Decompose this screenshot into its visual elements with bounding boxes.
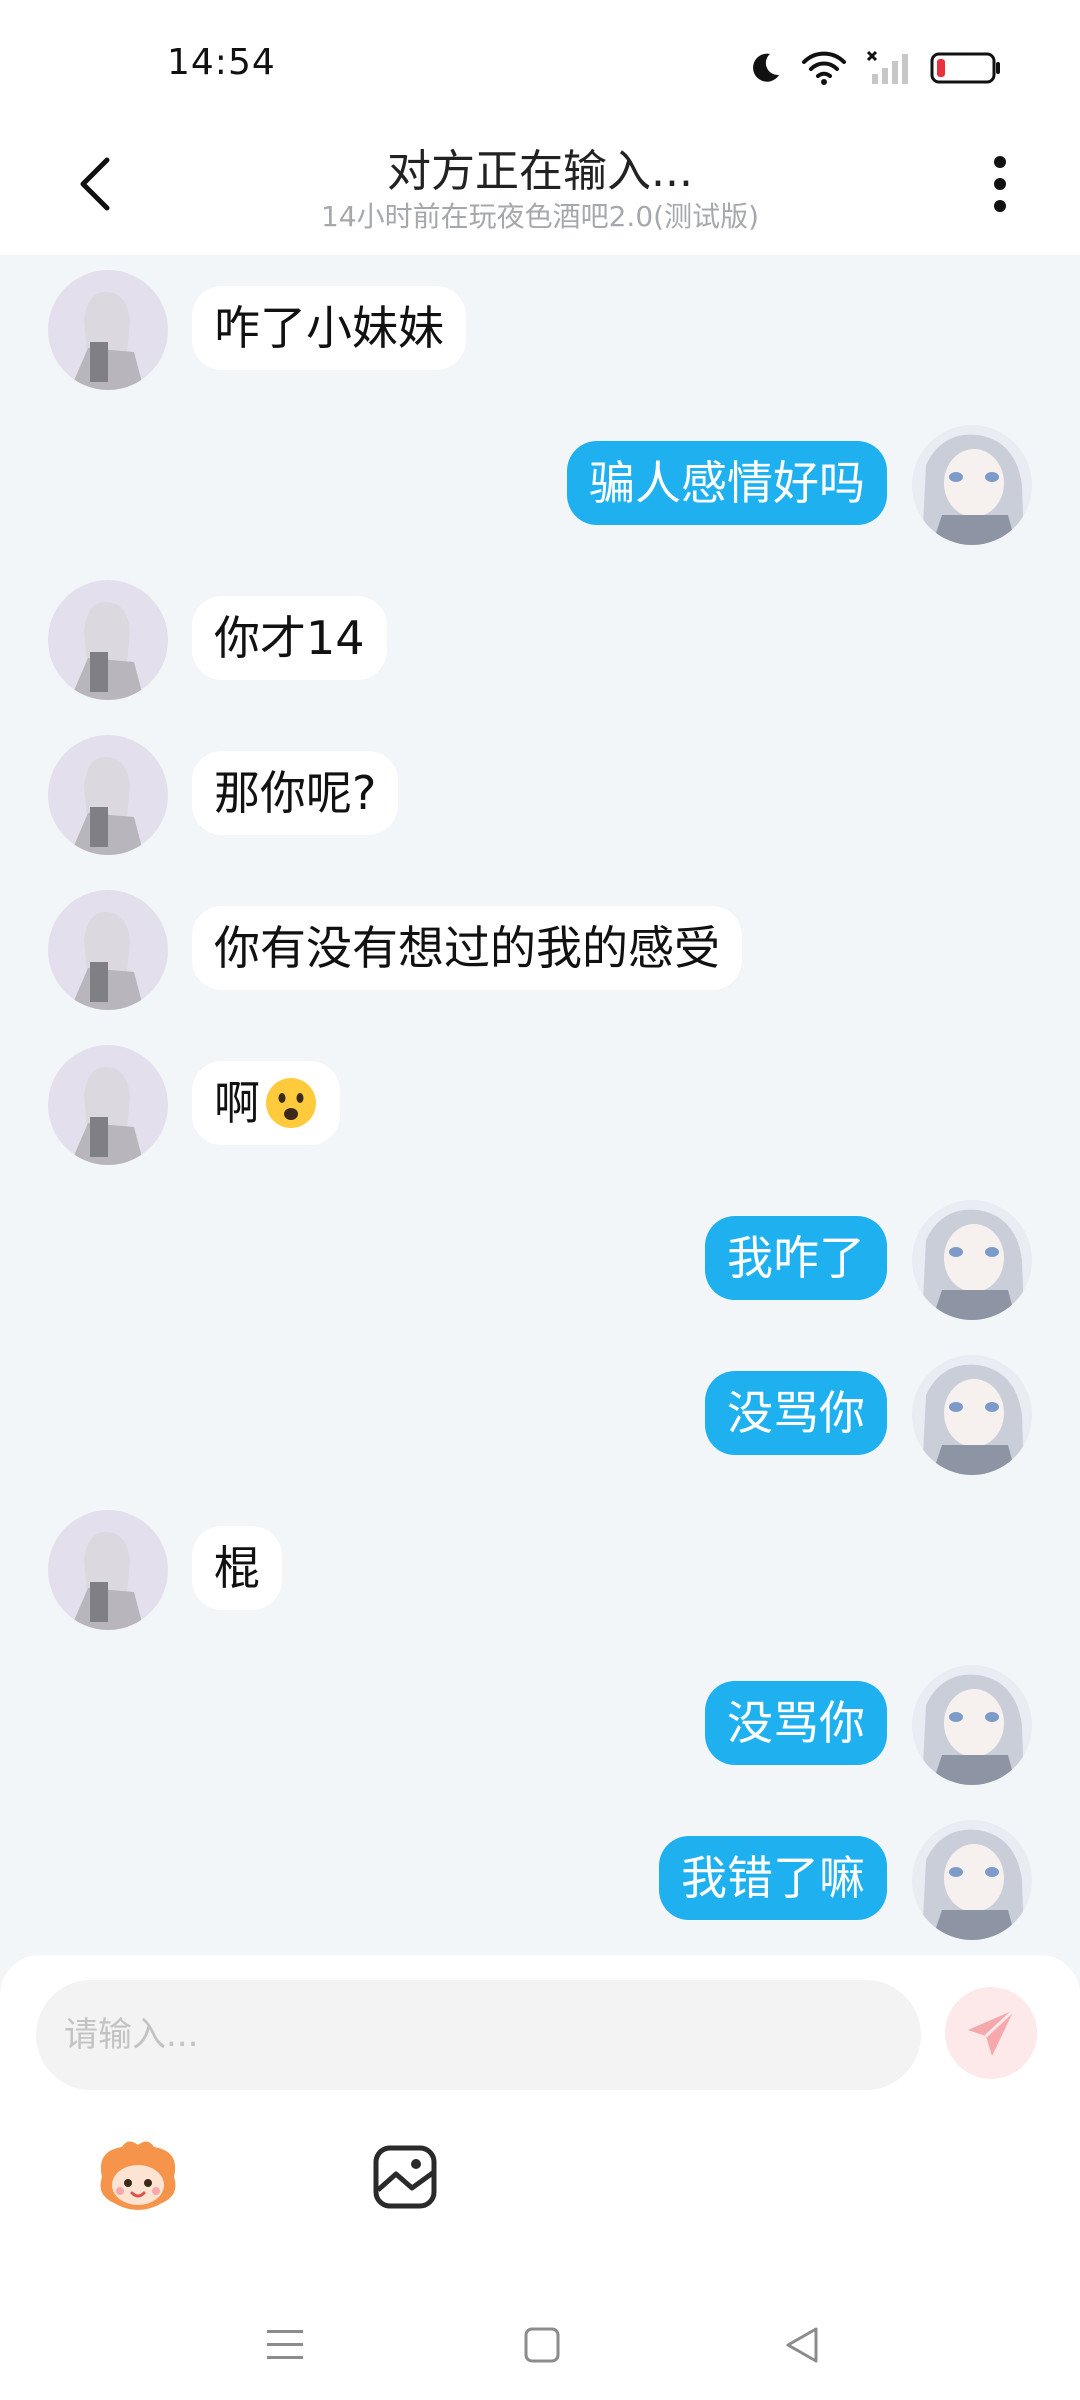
message-input[interactable] xyxy=(36,1980,921,2090)
contact-avatar[interactable] xyxy=(48,580,168,700)
anime-avatar-image xyxy=(48,580,168,700)
system-back-button[interactable] xyxy=(767,2310,837,2380)
typing-status-title: 对方正在输入... xyxy=(387,146,693,197)
moon-icon xyxy=(753,53,779,82)
message-bubble[interactable]: 棍 xyxy=(192,1526,282,1610)
more-options-button[interactable] xyxy=(970,149,1030,219)
status-bar: 14:54 xyxy=(0,0,1080,125)
anime-avatar-image xyxy=(912,1355,1032,1475)
contact-avatar[interactable] xyxy=(48,1045,168,1165)
anime-avatar-image xyxy=(912,1200,1032,1320)
contact-avatar[interactable] xyxy=(48,735,168,855)
my-avatar[interactable] xyxy=(912,1355,1032,1475)
message-bubble[interactable]: 我咋了 xyxy=(705,1216,887,1300)
my-avatar[interactable] xyxy=(912,1200,1032,1320)
battery-low-icon xyxy=(930,52,1000,84)
contact-avatar[interactable] xyxy=(48,890,168,1010)
more-vertical-icon xyxy=(994,156,1006,212)
anime-avatar-image xyxy=(912,1820,1032,1940)
wifi-icon xyxy=(802,51,846,85)
last-active-subtitle: 14小时前在玩夜色酒吧2.0(测试版) xyxy=(320,200,759,233)
message-bubble[interactable]: 你才14 xyxy=(192,596,387,680)
anime-avatar-image xyxy=(48,1045,168,1165)
anime-avatar-image xyxy=(912,1665,1032,1785)
message-outgoing: 没骂你 xyxy=(0,1665,1080,1789)
status-icons xyxy=(748,46,1002,90)
message-bubble[interactable]: 那你呢? xyxy=(192,751,399,835)
sticker-mascot-icon xyxy=(100,2141,176,2210)
message-incoming: 咋了小妹妹 xyxy=(0,270,1080,394)
message-incoming: 你才14 xyxy=(0,580,1080,704)
system-nav-bar xyxy=(0,2290,1080,2400)
my-avatar[interactable] xyxy=(912,1665,1032,1785)
message-outgoing: 我错了嘛 xyxy=(0,1820,1080,1944)
status-time: 14:54 xyxy=(167,42,276,83)
anime-avatar-image xyxy=(912,425,1032,545)
recent-apps-button[interactable] xyxy=(250,2310,320,2380)
message-outgoing: 骗人感情好吗 xyxy=(0,425,1080,549)
chat-header: 对方正在输入... 14小时前在玩夜色酒吧2.0(测试版) xyxy=(0,125,1080,255)
message-outgoing: 我咋了 xyxy=(0,1200,1080,1324)
send-button[interactable] xyxy=(945,1987,1037,2079)
home-square-icon xyxy=(524,2327,560,2363)
message-bubble[interactable]: 没骂你 xyxy=(705,1371,887,1455)
menu-icon xyxy=(267,2330,303,2359)
anime-avatar-image xyxy=(48,735,168,855)
chat-screen: 14:54 对方正在输入... 14小时前在玩夜色酒吧2.0(测试版) 咋了小妹… xyxy=(0,0,1080,2400)
message-bubble[interactable]: 我错了嘛 xyxy=(659,1836,887,1920)
message-bubble[interactable]: 你有没有想过的我的感受 xyxy=(192,906,742,990)
message-bubble[interactable]: 没骂你 xyxy=(705,1681,887,1765)
signal-icon xyxy=(866,50,908,84)
message-text: 啊 xyxy=(214,1076,260,1130)
my-avatar[interactable] xyxy=(912,1820,1032,1940)
frowning-face-emoji xyxy=(266,1077,316,1128)
home-button[interactable] xyxy=(507,2310,577,2380)
contact-avatar[interactable] xyxy=(48,270,168,390)
message-bubble[interactable]: 骗人感情好吗 xyxy=(567,441,887,525)
paper-plane-icon xyxy=(968,2008,1016,2056)
image-picker-button[interactable] xyxy=(355,2127,455,2227)
message-incoming: 你有没有想过的我的感受 xyxy=(0,890,1080,1014)
my-avatar[interactable] xyxy=(912,425,1032,545)
image-icon xyxy=(373,2145,437,2209)
anime-avatar-image xyxy=(48,890,168,1010)
back-triangle-icon xyxy=(786,2327,818,2363)
anime-avatar-image xyxy=(48,1510,168,1630)
message-incoming: 那你呢? xyxy=(0,735,1080,859)
message-incoming: 棍 xyxy=(0,1510,1080,1634)
message-outgoing: 没骂你 xyxy=(0,1355,1080,1479)
message-bubble[interactable]: 啊 xyxy=(192,1061,340,1145)
sticker-button[interactable] xyxy=(88,2127,188,2227)
contact-avatar[interactable] xyxy=(48,1510,168,1630)
message-list[interactable]: 咋了小妹妹 骗人感情好吗 你才14 那你呢? 你有没有想过的我的感受 啊 我咋了… xyxy=(0,255,1080,1955)
anime-avatar-image xyxy=(48,270,168,390)
message-incoming: 啊 xyxy=(0,1045,1080,1169)
message-bubble[interactable]: 咋了小妹妹 xyxy=(192,286,466,370)
